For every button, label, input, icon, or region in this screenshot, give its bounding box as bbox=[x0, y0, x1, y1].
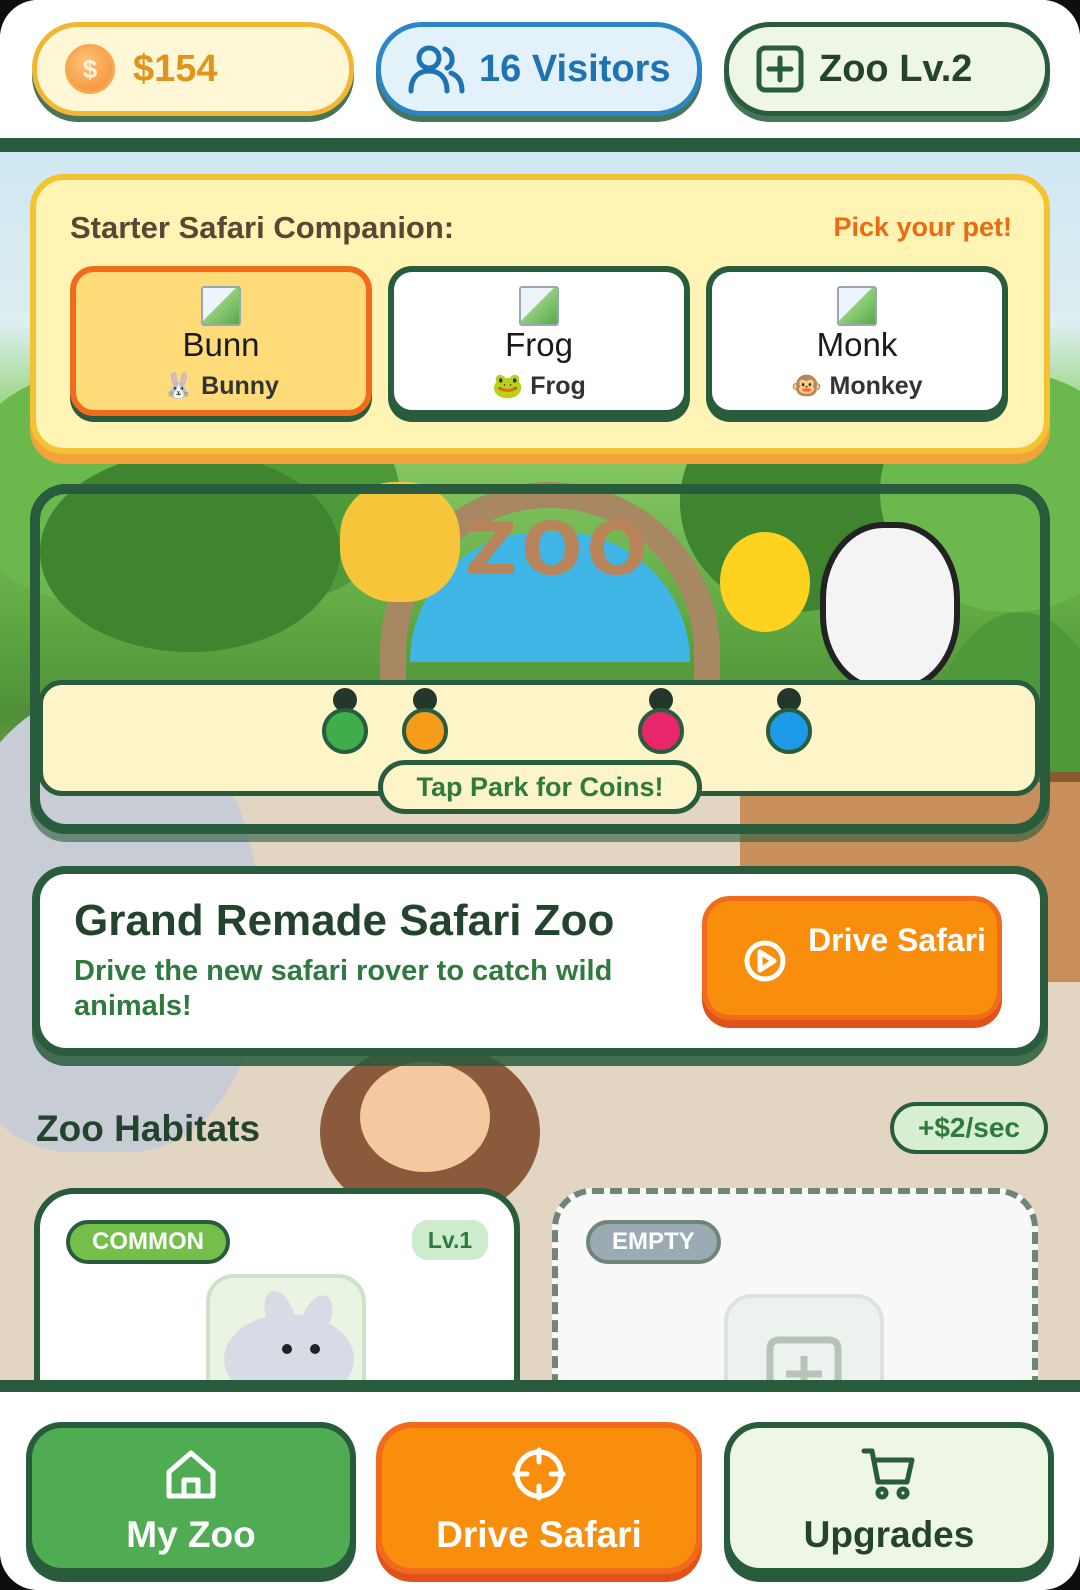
pet-option-bunny[interactable]: Bunn 🐰 Bunny bbox=[70, 266, 372, 416]
pet-name: Frog bbox=[505, 326, 573, 363]
drive-safari-label: Drive Safari bbox=[808, 922, 986, 958]
empty-badge: EMPTY bbox=[586, 1220, 721, 1264]
starter-companion-card: Starter Safari Companion: Pick your pet!… bbox=[30, 174, 1050, 454]
visitor-figure bbox=[402, 688, 448, 754]
visitor-figure bbox=[322, 688, 368, 754]
safari-feature-card: Grand Remade Safari Zoo Drive the new sa… bbox=[32, 866, 1048, 1056]
pet-option-monkey[interactable]: Monk 🐵 Monkey bbox=[706, 266, 1008, 416]
rabbit-icon: 🐰 bbox=[163, 372, 195, 400]
top-bar: $ $154 16 Visitors Zoo Lv.2 bbox=[0, 0, 1080, 152]
monkey-icon: 🐵 bbox=[791, 372, 823, 400]
nav-upgrades-label: Upgrades bbox=[803, 1514, 975, 1555]
rarity-badge: COMMON bbox=[66, 1220, 230, 1264]
pet-name: Monk bbox=[816, 326, 898, 363]
income-rate-badge: +$2/sec bbox=[890, 1102, 1048, 1154]
drive-safari-button[interactable]: Drive Safari bbox=[702, 896, 1002, 1020]
bottom-navigation: My Zoo Drive Safari Upgrades bbox=[0, 1380, 1080, 1590]
nav-my-zoo[interactable]: My Zoo bbox=[26, 1422, 356, 1574]
visitors-value: 16 Visitors bbox=[479, 47, 671, 90]
coins-counter: $ $154 bbox=[32, 22, 354, 116]
frog-icon: 🐸 bbox=[492, 372, 524, 400]
home-icon bbox=[163, 1446, 219, 1511]
pet-option-frog[interactable]: Frog 🐸 Frog bbox=[388, 266, 690, 416]
zoo-level-value: Zoo Lv.2 bbox=[819, 47, 973, 90]
visitor-figure bbox=[766, 688, 812, 754]
broken-image-icon bbox=[837, 286, 877, 326]
visitor-figure bbox=[638, 688, 684, 754]
starter-title: Starter Safari Companion: bbox=[70, 210, 455, 245]
nav-my-zoo-label: My Zoo bbox=[126, 1514, 256, 1555]
shopping-cart-icon bbox=[861, 1446, 917, 1511]
coin-icon: $ bbox=[65, 44, 115, 94]
pet-name: Bunn bbox=[182, 326, 260, 363]
habitat-level-badge: Lv.1 bbox=[412, 1220, 488, 1260]
nav-drive-safari[interactable]: Drive Safari bbox=[376, 1422, 702, 1574]
pet-label: 🐵 Monkey bbox=[791, 372, 923, 400]
app-root: ZOO $ $154 16 Visitors Zoo Lv.2 Starter … bbox=[0, 0, 1080, 1590]
broken-image-icon bbox=[201, 286, 241, 326]
feature-description: Drive the new safari rover to catch wild… bbox=[74, 955, 613, 1022]
pet-label: 🐰 Bunny bbox=[163, 372, 279, 400]
starter-hint: Pick your pet! bbox=[833, 212, 1012, 242]
users-icon bbox=[407, 43, 465, 95]
habitats-title: Zoo Habitats bbox=[36, 1108, 261, 1149]
zoo-level-button[interactable]: Zoo Lv.2 bbox=[724, 22, 1050, 116]
feature-title: Grand Remade Safari Zoo bbox=[74, 896, 615, 945]
broken-image-icon bbox=[519, 286, 559, 326]
play-circle-icon bbox=[743, 939, 787, 988]
coins-value: $154 bbox=[133, 47, 218, 90]
nav-upgrades[interactable]: Upgrades bbox=[724, 1422, 1054, 1574]
plus-square-icon bbox=[755, 44, 805, 94]
nav-drive-safari-label: Drive Safari bbox=[436, 1514, 642, 1555]
visitors-counter: 16 Visitors bbox=[376, 22, 702, 116]
tap-park-label: Tap Park for Coins! bbox=[378, 760, 702, 814]
monkey-face bbox=[360, 1062, 490, 1172]
pet-label: 🐸 Frog bbox=[492, 372, 586, 400]
crosshair-icon bbox=[511, 1446, 567, 1511]
